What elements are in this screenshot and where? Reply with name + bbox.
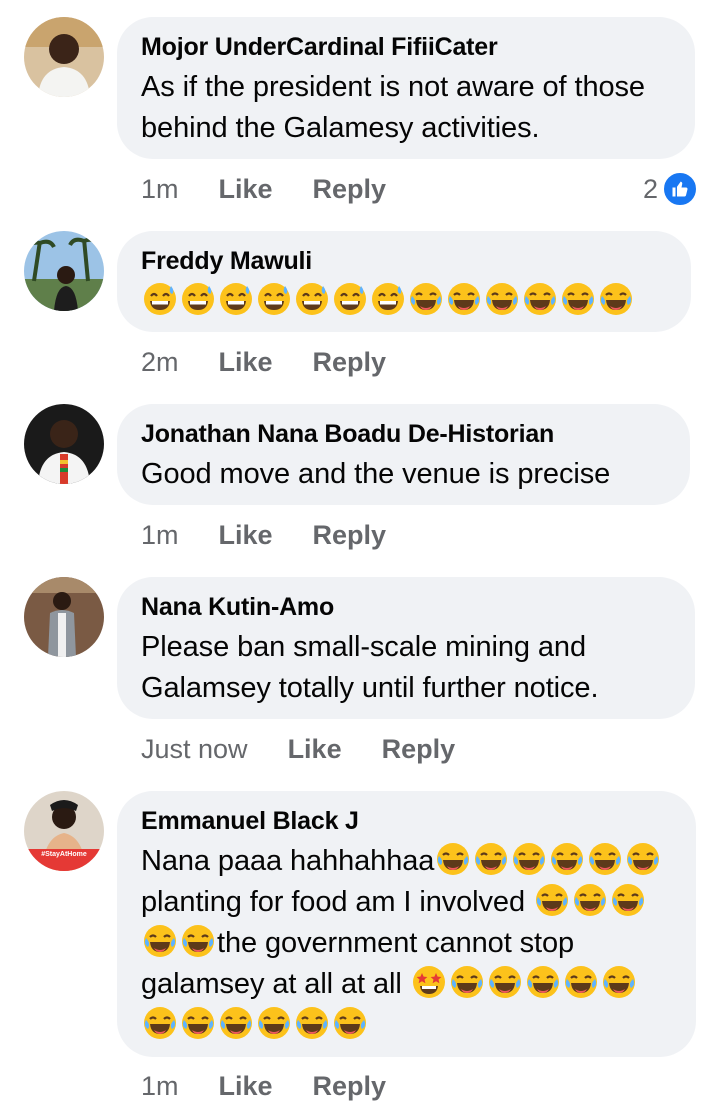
tears-of-joy-emoji [511,841,547,877]
comment-time[interactable]: 1m [141,520,179,551]
comment-bubble: Nana Kutin-Amo Please ban small-scale mi… [117,577,695,719]
grinning-sweat-emoji [294,281,330,317]
comment-author[interactable]: Mojor UnderCardinal FifiiCater [141,31,671,63]
comment-time[interactable]: 1m [141,1071,179,1102]
comment-bubble: Mojor UnderCardinal FifiiCater As if the… [117,17,695,159]
tears-of-joy-emoji [142,1005,178,1041]
tears-of-joy-emoji [572,882,608,918]
comment-actions: 2m Like Reply [141,342,426,382]
tears-of-joy-emoji [435,841,471,877]
tears-of-joy-emoji [218,1005,254,1041]
comment-text: Nana paaa hahhahhaaplanting for food am … [141,841,672,1046]
reply-button[interactable]: Reply [313,174,387,205]
reply-button[interactable]: Reply [313,520,387,551]
comment-bubble: Jonathan Nana Boadu De-Historian Good mo… [117,404,690,505]
reaction-count[interactable]: 2 [643,169,698,209]
tears-of-joy-emoji [180,1005,216,1041]
reply-button[interactable]: Reply [382,734,456,765]
tears-of-joy-emoji [332,1005,368,1041]
comment-time[interactable]: Just now [141,734,248,765]
comment-text [141,281,667,322]
reaction-count-value: 2 [642,173,658,204]
avatar[interactable] [24,404,104,484]
comment-bubble: Freddy Mawuli [117,231,691,332]
tears-of-joy-emoji [256,1005,292,1041]
tears-of-joy-emoji [601,964,637,1000]
comment-text: As if the president is not aware of thos… [141,71,645,144]
star-struck-emoji [411,964,447,1000]
tears-of-joy-emoji [522,281,558,317]
tears-of-joy-emoji [598,281,634,317]
comment-author[interactable]: Nana Kutin-Amo [141,591,671,623]
tears-of-joy-emoji [549,841,585,877]
avatar[interactable] [24,231,104,311]
comment-actions: 1m Like Reply [141,1066,426,1106]
comment-author[interactable]: Jonathan Nana Boadu De-Historian [141,418,666,450]
avatar[interactable] [24,577,104,657]
tears-of-joy-emoji [446,281,482,317]
reply-button[interactable]: Reply [313,1071,387,1102]
tears-of-joy-emoji [484,281,520,317]
tears-of-joy-emoji [408,281,444,317]
tears-of-joy-emoji [560,281,596,317]
like-button[interactable]: Like [219,520,273,551]
tears-of-joy-emoji [487,964,523,1000]
tears-of-joy-emoji [294,1005,330,1041]
grinning-sweat-emoji [256,281,292,317]
tears-of-joy-emoji [449,964,485,1000]
grinning-sweat-emoji [332,281,368,317]
comment-text: Please ban small-scale mining and Galams… [141,631,599,704]
comment-author[interactable]: Emmanuel Black J [141,805,672,837]
comment-time[interactable]: 1m [141,174,179,205]
comment-actions: 1m Like Reply [141,515,426,555]
avatar[interactable] [24,17,104,97]
comment-actions: Just now Like Reply [141,729,495,769]
avatar-badge: #StayAtHome [41,851,87,858]
comment-bubble: Emmanuel Black J Nana paaa hahhahhaaplan… [117,791,696,1057]
comment-text: Good move and the venue is precise [141,458,611,490]
tears-of-joy-emoji [142,923,178,959]
grinning-sweat-emoji [370,281,406,317]
tears-of-joy-emoji [625,841,661,877]
like-button[interactable]: Like [219,174,273,205]
tears-of-joy-emoji [534,882,570,918]
comment-actions: 1m Like Reply [141,169,426,209]
tears-of-joy-emoji [563,964,599,1000]
like-button[interactable]: Like [288,734,342,765]
like-button[interactable]: Like [219,1071,273,1102]
reply-button[interactable]: Reply [313,347,387,378]
tears-of-joy-emoji [610,882,646,918]
grinning-sweat-emoji [142,281,178,317]
comment-author[interactable]: Freddy Mawuli [141,245,667,277]
like-icon [662,171,698,207]
grinning-sweat-emoji [218,281,254,317]
avatar[interactable]: #StayAtHome [24,791,104,871]
tears-of-joy-emoji [473,841,509,877]
tears-of-joy-emoji [180,923,216,959]
tears-of-joy-emoji [525,964,561,1000]
comment-time[interactable]: 2m [141,347,179,378]
grinning-sweat-emoji [180,281,216,317]
like-button[interactable]: Like [219,347,273,378]
tears-of-joy-emoji [587,841,623,877]
